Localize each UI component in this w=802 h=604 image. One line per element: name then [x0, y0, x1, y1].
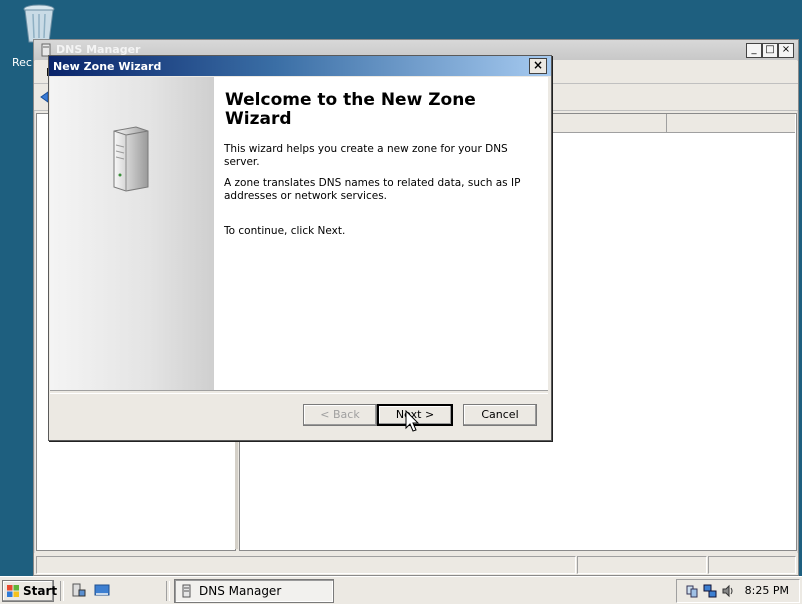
- wizard-heading: Welcome to the New Zone Wizard: [225, 91, 525, 129]
- wizard-content-panel: Welcome to the New Zone Wizard This wiza…: [50, 77, 548, 390]
- taskbar-separator-2: [166, 581, 170, 601]
- windows-flag-icon: [7, 585, 19, 597]
- dns-manager-taskbar-icon: [182, 584, 191, 598]
- taskbar: Start DNS Manager 8:25 PM: [0, 576, 802, 604]
- mouse-cursor-icon: [405, 410, 420, 432]
- taskbar-item-dns-manager[interactable]: DNS Manager: [174, 579, 334, 603]
- wizard-heading-line2: Wizard: [225, 109, 292, 129]
- taskbar-separator: [60, 581, 64, 601]
- wizard-title: New Zone Wizard: [53, 60, 162, 73]
- status-cell-3: [708, 556, 796, 574]
- wizard-close-button[interactable]: ×: [529, 58, 547, 74]
- maximize-button[interactable]: □: [762, 43, 778, 58]
- start-button[interactable]: Start: [2, 580, 58, 602]
- recycle-bin-label: Rec: [12, 56, 32, 69]
- new-zone-wizard-dialog: New Zone Wizard × Welcome to the New Zon…: [48, 55, 552, 441]
- close-button[interactable]: ×: [778, 43, 794, 58]
- taskbar-item-label: DNS Manager: [199, 584, 282, 598]
- cancel-button[interactable]: Cancel: [463, 404, 537, 426]
- wizard-sidebar-graphic: [50, 77, 214, 390]
- wizard-heading-line1: Welcome to the New Zone: [225, 90, 476, 110]
- wizard-divider: [50, 390, 548, 394]
- status-cell-2: [577, 556, 707, 574]
- status-cell-1: [36, 556, 576, 574]
- minimize-button[interactable]: _: [746, 43, 762, 58]
- show-desktop-quicklaunch-icon[interactable]: [94, 582, 110, 598]
- status-bar: [34, 553, 798, 575]
- column-header-2[interactable]: [667, 114, 795, 133]
- start-label: Start: [23, 584, 58, 598]
- taskbar-clock[interactable]: 8:25 PM: [745, 584, 789, 597]
- volume-tray-icon[interactable]: [721, 584, 735, 598]
- server-tower-icon: [113, 126, 149, 192]
- back-button[interactable]: < Back: [303, 404, 377, 426]
- wizard-titlebar[interactable]: New Zone Wizard ×: [49, 56, 551, 76]
- wizard-intro-text: This wizard helps you create a new zone …: [224, 143, 508, 168]
- network-tray-icon[interactable]: [685, 584, 699, 598]
- recycle-bin-icon: [23, 4, 55, 43]
- column-header-1[interactable]: [548, 114, 667, 133]
- system-tray: 8:25 PM: [676, 579, 800, 603]
- wizard-continue-text: To continue, click Next.: [224, 225, 346, 237]
- network-connection-tray-icon[interactable]: [703, 584, 717, 598]
- server-manager-quicklaunch-icon[interactable]: [70, 582, 86, 598]
- wizard-zone-description: A zone translates DNS names to related d…: [224, 177, 521, 202]
